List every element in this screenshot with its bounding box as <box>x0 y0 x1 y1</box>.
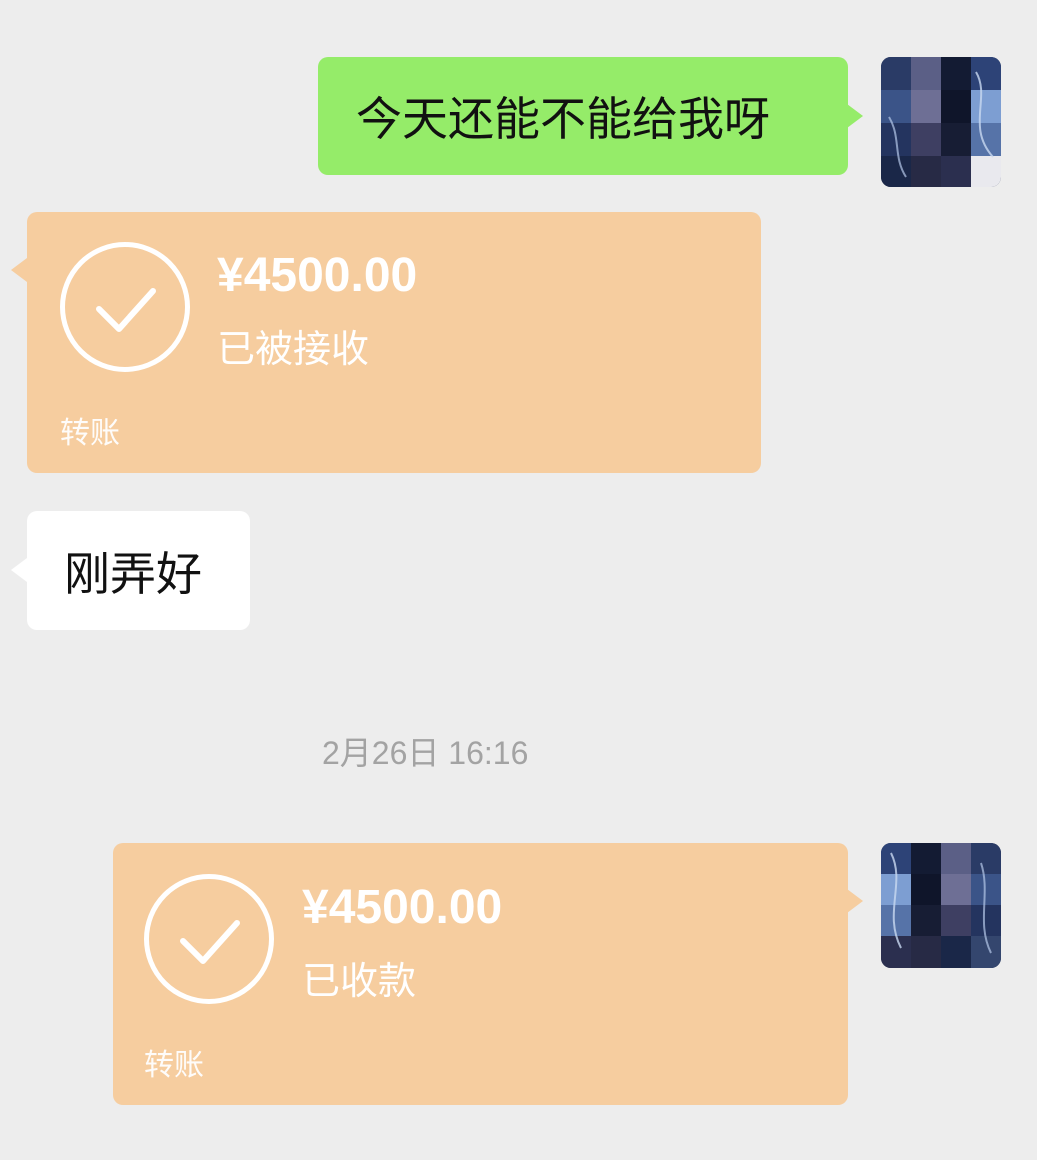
bubble-tail <box>11 258 27 282</box>
message-received-text[interactable]: 刚弄好 <box>27 511 250 630</box>
transfer-bubble-received[interactable]: ¥4500.00 已被接收 转账 <box>27 212 761 473</box>
message-sent-text[interactable]: 今天还能不能给我呀 <box>318 57 848 175</box>
transfer-amount: ¥4500.00 <box>217 249 418 302</box>
bubble-tail <box>847 104 863 128</box>
check-circle-icon <box>144 874 274 1004</box>
transfer-amount: ¥4500.00 <box>302 881 503 934</box>
bubble-tail <box>11 558 27 582</box>
transfer-label: 转账 <box>144 1048 204 1083</box>
transfer-bubble-sent[interactable]: ¥4500.00 已收款 转账 <box>113 843 848 1105</box>
transfer-status: 已被接收 <box>217 327 370 371</box>
transfer-status: 已收款 <box>302 959 417 1003</box>
check-circle-icon <box>60 242 190 372</box>
message-text: 今天还能不能给我呀 <box>356 92 770 146</box>
message-text: 刚弄好 <box>64 546 202 601</box>
avatar[interactable] <box>881 843 1001 968</box>
bubble-tail <box>847 889 863 913</box>
transfer-label: 转账 <box>60 416 120 451</box>
avatar[interactable] <box>881 57 1001 187</box>
message-timestamp: 2月26日 16:16 <box>322 735 529 771</box>
